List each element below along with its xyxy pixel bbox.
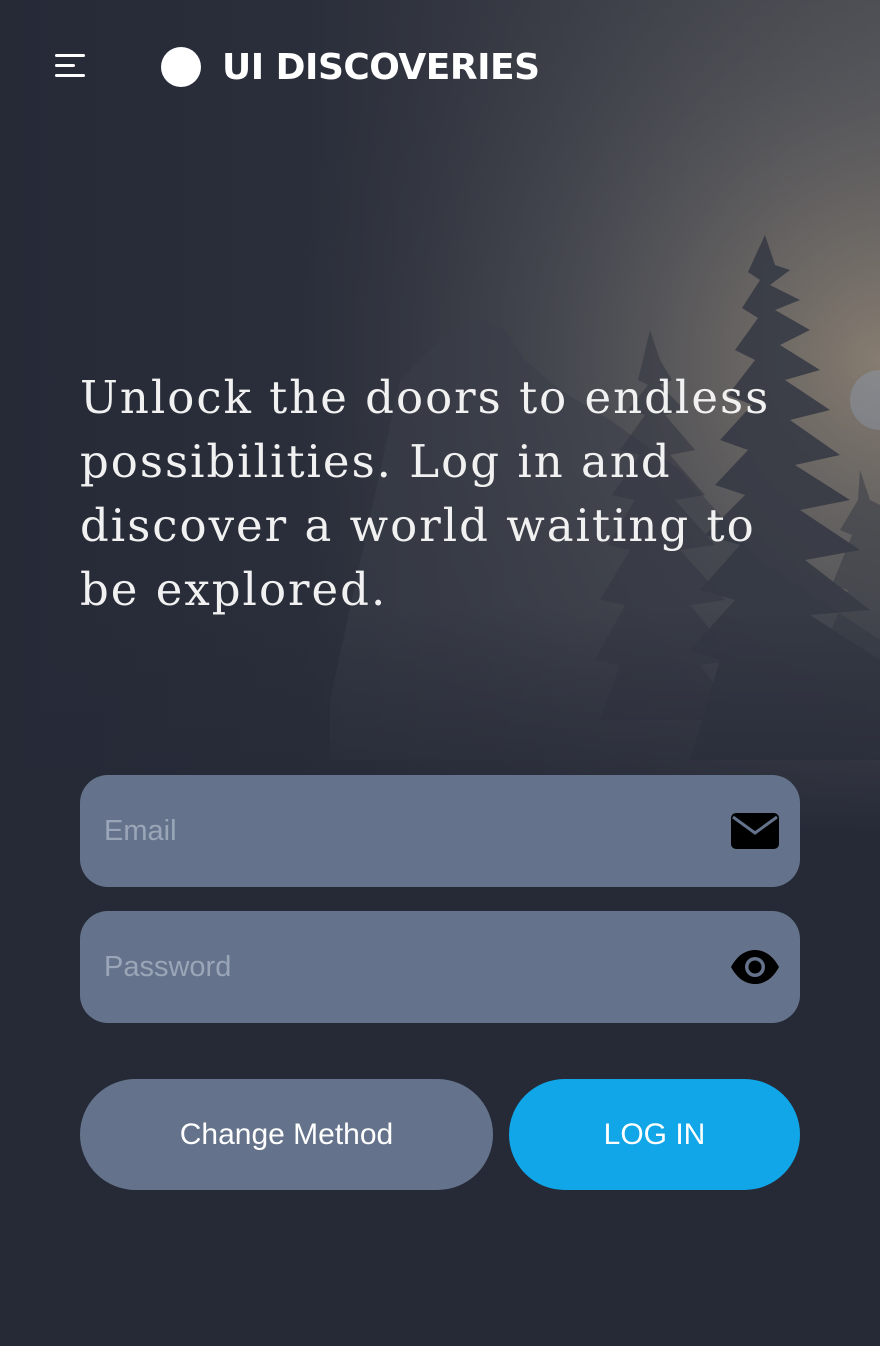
brand-logo[interactable]: UI DISCOVERIES [161,45,540,89]
menu-line [55,54,85,57]
envelope-icon [731,813,779,849]
eye-icon[interactable] [730,947,780,987]
menu-line [55,64,75,67]
circle-logo-icon [161,47,201,87]
password-input[interactable] [80,911,700,1023]
hamburger-menu-icon[interactable] [50,50,90,82]
password-field [80,911,800,1023]
menu-line [55,74,85,77]
email-input[interactable] [80,775,700,887]
login-button[interactable]: LOG IN [509,1079,800,1190]
login-page: UI DISCOVERIES Unlock the doors to endle… [0,0,880,1346]
change-method-button[interactable]: Change Method [80,1079,493,1190]
top-bar: UI DISCOVERIES [0,0,880,135]
brand-name: UI DISCOVERIES [222,46,540,88]
email-field [80,775,800,887]
hero-headline: Unlock the doors to endless possibilitie… [80,371,771,616]
